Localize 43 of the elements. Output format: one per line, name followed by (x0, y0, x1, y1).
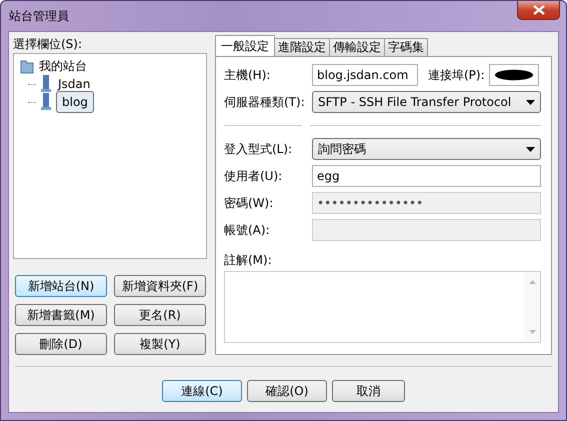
site-button[interactable]: 更名(R) (114, 304, 206, 326)
dialog-button[interactable]: 取消 (332, 380, 405, 402)
field-label: 連接埠(P): (428, 66, 485, 84)
server-icon (41, 75, 51, 93)
site-tree[interactable]: 我的站台 Jsdan blog (13, 53, 207, 259)
tree-item[interactable]: 我的站台 (39, 58, 87, 74)
folder-icon (20, 58, 34, 74)
host-field[interactable]: blog.jsdan.com (312, 64, 418, 86)
field-label: 伺服器種類(T): (224, 94, 306, 110)
tab[interactable]: 一般設定 (215, 35, 275, 56)
scrollbar[interactable] (524, 272, 540, 342)
comment-field[interactable] (224, 271, 541, 343)
tab[interactable]: 進階設定 (274, 38, 330, 56)
close-button[interactable] (517, 1, 560, 20)
tab[interactable]: 傳輸設定 (329, 38, 385, 56)
tree-item[interactable]: blog (56, 91, 94, 113)
input-field[interactable]: egg (312, 165, 541, 187)
port-field[interactable] (488, 64, 539, 86)
site-button[interactable]: 複製(Y) (114, 333, 206, 355)
server-icon (41, 93, 51, 111)
window-title: 站台管理員 (8, 8, 69, 24)
dropdown-arrow-icon (526, 146, 535, 152)
site-button[interactable]: 新增書籤(M) (15, 304, 107, 326)
dialog-button[interactable]: 連線(C) (162, 380, 242, 402)
tree-label: 選擇欄位(S): (13, 36, 84, 52)
field-label: 主機(H): (224, 66, 272, 84)
dialog-button[interactable]: 確認(O) (247, 380, 327, 402)
field-label: 登入型式(L): (224, 140, 294, 158)
dropdown-arrow-icon (526, 100, 535, 104)
scroll-up-icon (528, 280, 536, 284)
server-type-dropdown[interactable]: SFTP - SSH File Transfer Protocol (312, 91, 541, 113)
field-label: 帳號(A): (224, 222, 271, 238)
tab[interactable]: 字碼集 (384, 38, 428, 56)
site-button[interactable]: 新增資料夾(F) (114, 275, 206, 297)
tree-item[interactable]: Jsdan (56, 77, 92, 91)
field-label: 使用者(U): (224, 168, 284, 184)
field-label: 密碼(W): (224, 194, 274, 212)
scroll-down-icon (528, 330, 536, 334)
site-button[interactable]: 新增站台(N) (15, 275, 107, 297)
close-icon (532, 5, 544, 15)
field-label: 註解(M): (224, 252, 273, 269)
site-button[interactable]: 刪除(D) (15, 333, 107, 355)
login-type-dropdown[interactable]: 詢問密碼 (312, 138, 541, 160)
